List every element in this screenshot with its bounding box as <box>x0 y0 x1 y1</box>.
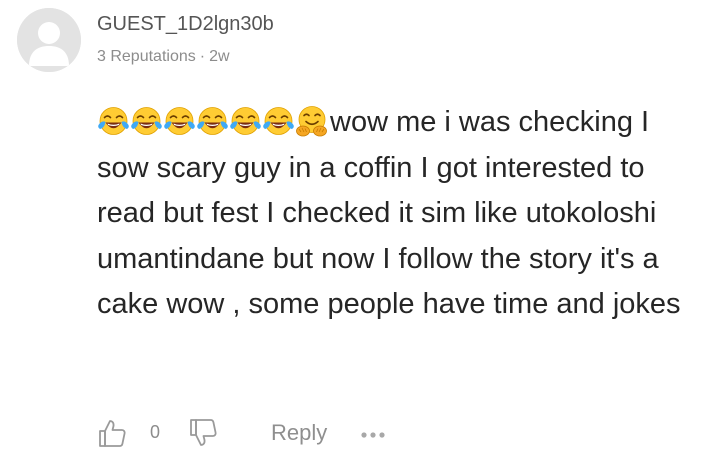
meta-separator: · <box>199 48 206 65</box>
dislike-button[interactable] <box>188 418 218 448</box>
more-options-icon <box>361 432 385 438</box>
face-with-tears-of-joy-icon <box>130 105 163 138</box>
comment-body: wow me i was checking I sow scary guy in… <box>97 100 707 328</box>
comment-text: wow me i was checking I sow scary guy in… <box>97 106 681 320</box>
reputation-count: 3 Reputations <box>97 48 196 65</box>
emoji-row <box>97 105 328 138</box>
avatar[interactable] <box>17 8 81 72</box>
face-with-tears-of-joy-icon <box>229 105 262 138</box>
reply-button[interactable]: Reply <box>271 420 327 446</box>
default-user-icon <box>17 8 81 72</box>
more-options-button[interactable] <box>357 426 393 444</box>
like-button[interactable] <box>97 418 127 448</box>
thumbs-up-icon <box>99 420 126 447</box>
face-with-tears-of-joy-icon <box>196 105 229 138</box>
comment-meta: 3 Reputations · 2w <box>97 48 230 66</box>
thumbs-down-icon <box>190 419 217 446</box>
like-count: 0 <box>150 422 161 442</box>
face-with-tears-of-joy-icon <box>262 105 295 138</box>
time-ago: 2w <box>209 48 230 65</box>
face-with-tears-of-joy-icon <box>163 105 196 138</box>
hugging-face-icon <box>295 105 328 138</box>
username[interactable]: GUEST_1D2lgn30b <box>97 13 274 36</box>
face-with-tears-of-joy-icon <box>97 105 130 138</box>
comment-actions: 0 Reply <box>97 418 417 450</box>
comment-card: GUEST_1D2lgn30b 3 Reputations · 2w wow me … <box>0 0 720 461</box>
